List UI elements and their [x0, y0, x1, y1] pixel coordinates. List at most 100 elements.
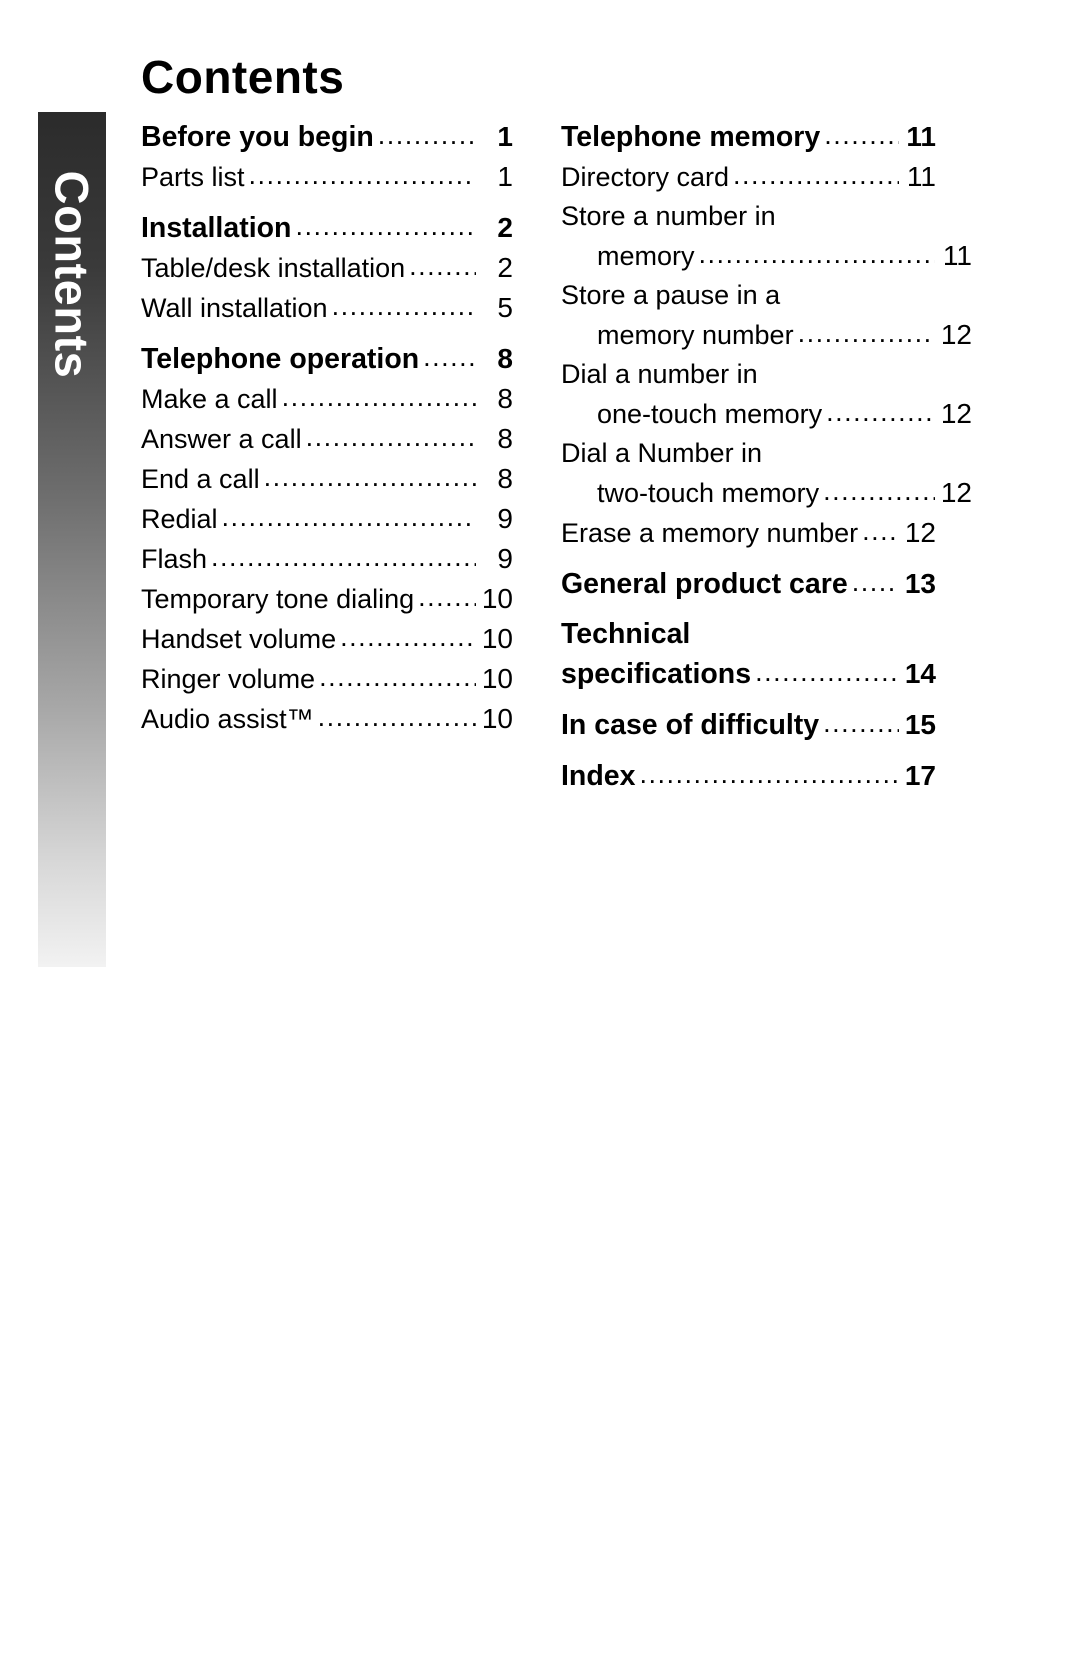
toc-entry[interactable]: Technical...............................… [561, 616, 936, 653]
toc-entry[interactable]: one-touch memory........................… [561, 395, 972, 433]
dot-leader: ........................................… [851, 567, 899, 597]
toc-entry-label: Temporary tone dialing [141, 584, 415, 614]
dot-leader: ........................................… [248, 160, 476, 190]
toc-entry-page: 12 [940, 398, 972, 429]
toc-entry-label: In case of difficulty [561, 709, 820, 741]
toc-entry-label: Dial a Number in [561, 438, 763, 468]
toc-entry-page: 5 [497, 292, 513, 323]
toc-entry-page: 1 [497, 161, 513, 192]
toc-entry-label: Index [561, 760, 636, 792]
toc-entry[interactable]: Index...................................… [561, 757, 936, 795]
toc-entry[interactable]: Audio assist™...........................… [141, 700, 513, 738]
toc-entry-page: 11 [906, 121, 936, 152]
dot-leader: ........................................… [733, 160, 899, 190]
dot-leader: ........................................… [418, 582, 476, 612]
dot-leader: ........................................… [340, 622, 476, 652]
dot-leader: ........................................… [826, 397, 935, 427]
toc-entry[interactable]: memory number...........................… [561, 316, 972, 354]
toc-entry-label: Make a call [141, 384, 278, 414]
toc-entry-label: memory number [597, 320, 794, 350]
toc-entry-page: 17 [904, 760, 936, 791]
toc-entry[interactable]: Before you begin........................… [141, 118, 513, 156]
toc-entry-label: one-touch memory [597, 399, 823, 429]
toc-entry[interactable]: two-touch memory........................… [561, 474, 972, 512]
toc-entry[interactable]: Ringer volume...........................… [141, 660, 513, 698]
toc-entry[interactable]: Table/desk installation.................… [141, 249, 513, 287]
toc-entry[interactable]: Parts list..............................… [141, 158, 513, 196]
toc-entry[interactable]: Erase a memory number...................… [561, 514, 936, 552]
toc-entry-page: 10 [481, 583, 513, 614]
toc-entry[interactable]: Wall installation.......................… [141, 289, 513, 327]
toc-entry-label: Audio assist™ [141, 704, 314, 734]
dot-leader: ........................................… [221, 502, 476, 532]
contents-column-left: Before you begin........................… [141, 118, 513, 740]
toc-entry[interactable]: Installation............................… [141, 209, 513, 247]
toc-entry-page: 9 [497, 503, 513, 534]
toc-entry-page: 10 [481, 623, 513, 654]
dot-leader: ........................................… [319, 662, 476, 692]
dot-leader: ........................................… [698, 239, 935, 269]
toc-entry-label: Telephone memory [561, 121, 821, 153]
toc-entry[interactable]: memory..................................… [561, 237, 972, 275]
toc-entry[interactable]: Telephone operation.....................… [141, 340, 513, 378]
toc-entry-page: 11 [906, 161, 936, 192]
toc-entry-page: 11 [942, 240, 972, 271]
dot-leader: ........................................… [823, 708, 899, 738]
toc-entry[interactable]: End a call..............................… [141, 460, 513, 498]
side-tab: Contents [38, 112, 106, 967]
toc-entry-label: two-touch memory [597, 478, 820, 508]
toc-entry[interactable]: Redial..................................… [141, 500, 513, 538]
dot-leader: ........................................… [305, 422, 476, 452]
toc-entry[interactable]: Store a pause in a......................… [561, 277, 936, 314]
toc-entry-label: Dial a number in [561, 359, 758, 389]
toc-entry-page: 13 [904, 568, 936, 599]
toc-entry[interactable]: specifications..........................… [561, 655, 936, 693]
side-tab-label: Contents [45, 170, 99, 379]
toc-entry[interactable]: Directory card..........................… [561, 158, 936, 196]
dot-leader: ........................................… [211, 542, 476, 572]
toc-entry-label: Store a pause in a [561, 280, 781, 310]
toc-entry-page: 10 [481, 663, 513, 694]
dot-leader: ........................................… [823, 476, 935, 506]
toc-entry[interactable]: Flash...................................… [141, 540, 513, 578]
dot-leader: ........................................… [862, 516, 899, 546]
dot-leader: ........................................… [409, 251, 476, 281]
toc-entry-label: General product care [561, 568, 848, 600]
toc-entry[interactable]: Make a call.............................… [141, 380, 513, 418]
toc-entry-label: Erase a memory number [561, 518, 859, 548]
toc-entry[interactable]: Handset volume..........................… [141, 620, 513, 658]
dot-leader: ........................................… [281, 382, 476, 412]
toc-entry-label: Before you begin [141, 121, 374, 153]
toc-entry-page: 2 [497, 212, 513, 243]
dot-leader: ........................................… [423, 342, 476, 372]
page-title: Contents [141, 51, 345, 103]
toc-entry-label: Answer a call [141, 424, 302, 454]
toc-entry[interactable]: In case of difficulty...................… [561, 706, 936, 744]
toc-entry-page: 14 [904, 658, 936, 689]
toc-entry-page: 8 [497, 463, 513, 494]
toc-entry-label: Store a number in [561, 201, 776, 231]
toc-entry[interactable]: Store a number in.......................… [561, 198, 936, 235]
toc-entry-page: 12 [940, 319, 972, 350]
dot-leader: ........................................… [317, 702, 476, 732]
toc-entry[interactable]: Temporary tone dialing..................… [141, 580, 513, 618]
toc-entry-label: Parts list [141, 162, 245, 192]
dot-leader: ........................................… [824, 120, 899, 150]
toc-entry[interactable]: Telephone memory........................… [561, 118, 936, 156]
dot-leader: ........................................… [295, 211, 476, 241]
toc-entry-label: End a call [141, 464, 260, 494]
toc-entry-label: specifications [561, 658, 752, 690]
dot-leader: ........................................… [755, 657, 899, 687]
toc-entry-label: memory [597, 241, 695, 271]
dot-leader: ........................................… [263, 462, 476, 492]
toc-entry-label: Installation [141, 212, 292, 244]
toc-entry-label: Directory card [561, 162, 730, 192]
toc-entry[interactable]: Answer a call...........................… [141, 420, 513, 458]
toc-entry-page: 12 [904, 517, 936, 548]
toc-entry-page: 10 [481, 703, 513, 734]
toc-entry[interactable]: General product care....................… [561, 565, 936, 603]
toc-entry-page: 15 [904, 709, 936, 740]
toc-entry[interactable]: Dial a number in........................… [561, 356, 936, 393]
toc-entry-page: 8 [497, 343, 513, 374]
toc-entry[interactable]: Dial a Number in........................… [561, 435, 936, 472]
